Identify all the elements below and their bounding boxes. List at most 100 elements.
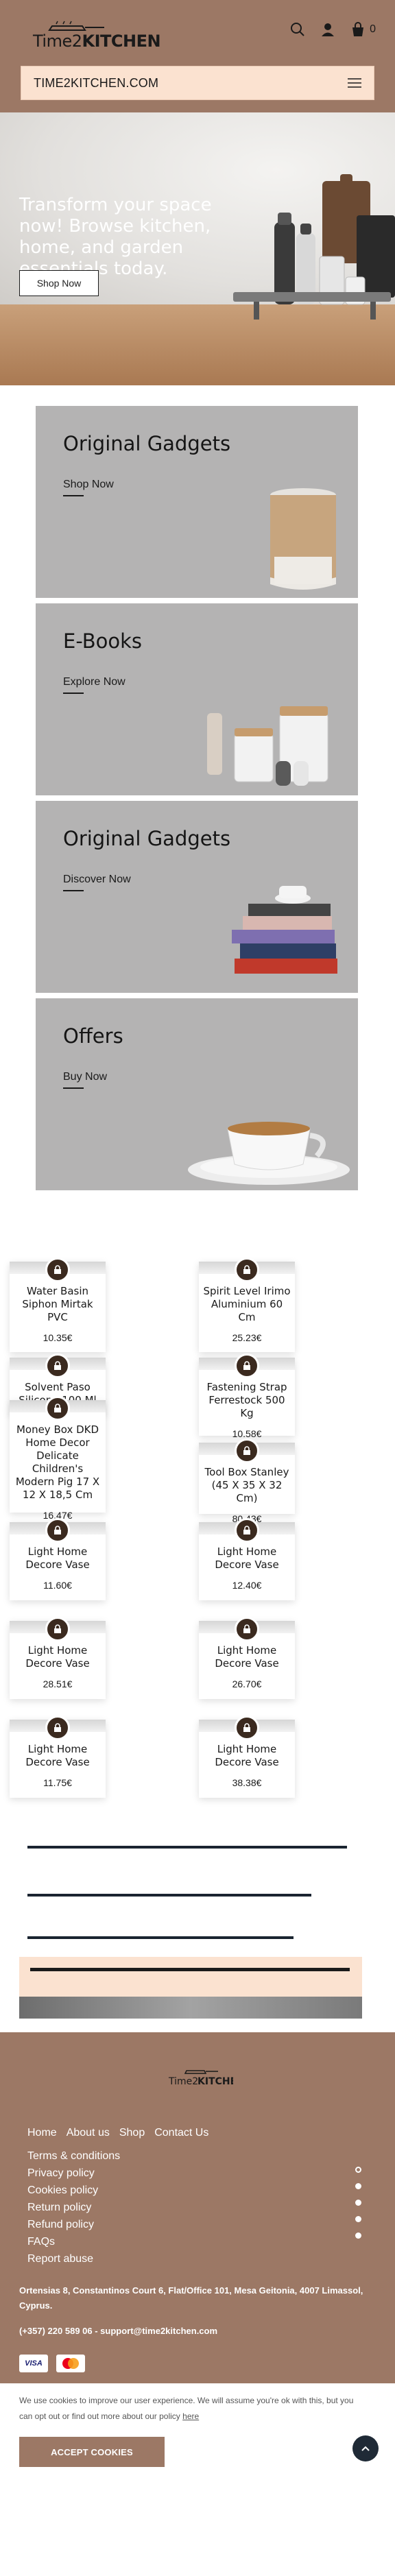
hamburger-menu-icon[interactable] (348, 78, 361, 88)
category-card-ebooks[interactable]: E-Books Explore Now (36, 603, 358, 795)
search-icon[interactable] (290, 22, 305, 37)
kitchen-utensils-illustration (233, 174, 395, 320)
footer-nav-home[interactable]: Home (27, 2127, 57, 2139)
placeholder-line (27, 1936, 294, 1939)
product-card[interactable]: Spirit Level Irimo Aluminium 60 Cm 25.23… (199, 1257, 295, 1352)
product-price: 10.35€ (43, 1332, 73, 1343)
slider-dots (355, 2167, 361, 2249)
payment-methods: VISA mastercard (19, 2355, 85, 2372)
slider-dot[interactable] (355, 2200, 361, 2206)
hero-title: Transform your space now! Browse kitchen… (19, 195, 212, 279)
site-title-bar[interactable]: TIME2KITCHEN.COM (21, 66, 374, 100)
books-illustration (232, 886, 337, 974)
slider-dot[interactable] (355, 2167, 361, 2173)
footer-nav-about[interactable]: About us (67, 2127, 110, 2139)
product-card[interactable]: Light Home Decore Vase 11.60€ (10, 1518, 106, 1600)
product-name[interactable]: Tool Box Stanley (45 X 35 X 32 Cm) (203, 1456, 291, 1505)
category-card-original-gadgets[interactable]: Original Gadgets Shop Now (36, 406, 358, 598)
footer-address: Ortensias 8, Constantinos Court 6, Flat/… (19, 2285, 363, 2311)
cookie-notice: We use cookies to improve our user exper… (0, 2383, 395, 2467)
product-card[interactable]: Water Basin Siphon Mirtak PVC 10.35€ (10, 1257, 106, 1352)
slider-dot[interactable] (355, 2216, 361, 2222)
slider-dot[interactable] (355, 2232, 361, 2239)
header-icons: 0 (290, 22, 376, 37)
footer-link-return[interactable]: Return policy (27, 2199, 120, 2216)
product-card[interactable]: Light Home Decore Vase 28.51€ (10, 1617, 106, 1699)
site-logo[interactable]: Time2KITCHEN (33, 16, 161, 55)
product-card[interactable]: Light Home Decore Vase 12.40€ (199, 1518, 295, 1600)
product-price: 11.60€ (43, 1580, 72, 1591)
footer-link-privacy[interactable]: Privacy policy (27, 2165, 120, 2182)
footer-policy-links: Terms & conditions Privacy policy Cookie… (27, 2147, 120, 2267)
category-title: Original Gadgets (63, 432, 231, 455)
quick-view-lock-icon[interactable] (235, 1257, 259, 1282)
candle-illustration (270, 488, 336, 590)
quick-view-lock-icon[interactable] (45, 1396, 70, 1421)
footer-link-terms[interactable]: Terms & conditions (27, 2147, 120, 2165)
product-card[interactable]: Tool Box Stanley (45 X 35 X 32 Cm) 80.43… (199, 1439, 295, 1524)
product-card[interactable]: Light Home Decore Vase 11.75€ (10, 1716, 106, 1798)
footer-nav-shop[interactable]: Shop (119, 2127, 145, 2139)
product-name[interactable]: Spirit Level Irimo Aluminium 60 Cm (203, 1275, 291, 1324)
footer-link-faqs[interactable]: FAQs (27, 2233, 120, 2250)
quick-view-lock-icon[interactable] (45, 1353, 70, 1378)
slider-dot[interactable] (355, 2183, 361, 2189)
product-name[interactable]: Money Box DKD Home Decor Delicate Childr… (14, 1414, 101, 1502)
visa-icon: VISA (19, 2355, 48, 2372)
logo-text: Time2KITCHEN (33, 32, 161, 51)
product-price: 12.40€ (232, 1580, 262, 1591)
footer-link-cookies[interactable]: Cookies policy (27, 2182, 120, 2199)
product-price: 26.70€ (232, 1678, 262, 1689)
quick-view-lock-icon[interactable] (235, 1353, 259, 1378)
footer-contact[interactable]: (+357) 220 589 06 - support@time2kitchen… (19, 2326, 217, 2336)
product-card[interactable]: Money Box DKD Home Decor Delicate Childr… (10, 1396, 106, 1521)
product-price: 10.58€ (232, 1428, 262, 1439)
quick-view-lock-icon[interactable] (235, 1716, 259, 1740)
quick-view-lock-icon[interactable] (235, 1439, 259, 1463)
quick-view-lock-icon[interactable] (235, 1518, 259, 1543)
product-card[interactable]: Light Home Decore Vase 26.70€ (199, 1617, 295, 1699)
account-icon[interactable] (320, 22, 335, 37)
product-name[interactable]: Water Basin Siphon Mirtak PVC (14, 1275, 101, 1324)
footer-logo[interactable]: Time2 KITCHEN (165, 2064, 233, 2089)
category-title: Original Gadgets (63, 827, 231, 850)
quick-view-lock-icon[interactable] (45, 1257, 70, 1282)
product-card[interactable]: Light Home Decore Vase 38.38€ (199, 1716, 295, 1798)
category-cta-link[interactable]: Discover Now (63, 874, 131, 891)
product-name[interactable]: Fastening Strap Ferrestock 500 Kg (203, 1371, 291, 1420)
footer-link-report-abuse[interactable]: Report abuse (27, 2250, 120, 2267)
accept-cookies-button[interactable]: ACCEPT COOKIES (19, 2437, 165, 2467)
product-price: 28.51€ (43, 1678, 73, 1689)
promo-banner[interactable] (19, 1957, 362, 2019)
category-cta-link[interactable]: Shop Now (63, 479, 114, 496)
promo-placeholder-line (30, 1968, 350, 1971)
quick-view-lock-icon[interactable] (235, 1617, 259, 1641)
product-price: 38.38€ (232, 1777, 262, 1788)
product-price: 25.23€ (232, 1332, 262, 1343)
footer-link-refund[interactable]: Refund policy (27, 2216, 120, 2233)
category-card-offers[interactable]: Offers Buy Now (36, 998, 358, 1190)
quick-view-lock-icon[interactable] (45, 1716, 70, 1740)
category-list: Original Gadgets Shop Now E-Books Explor… (0, 385, 395, 1203)
mastercard-icon: mastercard (56, 2355, 85, 2372)
chevron-up-icon (361, 2446, 370, 2451)
placeholder-line (27, 1846, 347, 1849)
logo-brand-left: Time2 (33, 32, 82, 51)
svg-text:KITCHEN: KITCHEN (198, 2076, 233, 2087)
site-header: Time2KITCHEN 0 TIME2KITCHEN.COM (0, 0, 395, 112)
back-to-top-button[interactable] (352, 2435, 379, 2461)
footer-nav-contact[interactable]: Contact Us (154, 2127, 208, 2139)
visa-label: VISA (25, 2359, 43, 2368)
cookie-policy-link[interactable]: here (182, 2411, 199, 2421)
hero-shop-now-button[interactable]: Shop Now (19, 270, 99, 296)
cart-icon[interactable] (350, 22, 366, 37)
site-title: TIME2KITCHEN.COM (34, 75, 159, 90)
logo-brand-right: KITCHEN (82, 32, 161, 51)
category-cta-link[interactable]: Explore Now (63, 676, 125, 694)
footer-nav: Home About us Shop Contact Us (27, 2127, 208, 2139)
product-card[interactable]: Fastening Strap Ferrestock 500 Kg 10.58€ (199, 1353, 295, 1439)
quick-view-lock-icon[interactable] (45, 1617, 70, 1641)
quick-view-lock-icon[interactable] (45, 1518, 70, 1543)
category-cta-link[interactable]: Buy Now (63, 1071, 107, 1089)
category-card-original-gadgets-2[interactable]: Original Gadgets Discover Now (36, 801, 358, 993)
